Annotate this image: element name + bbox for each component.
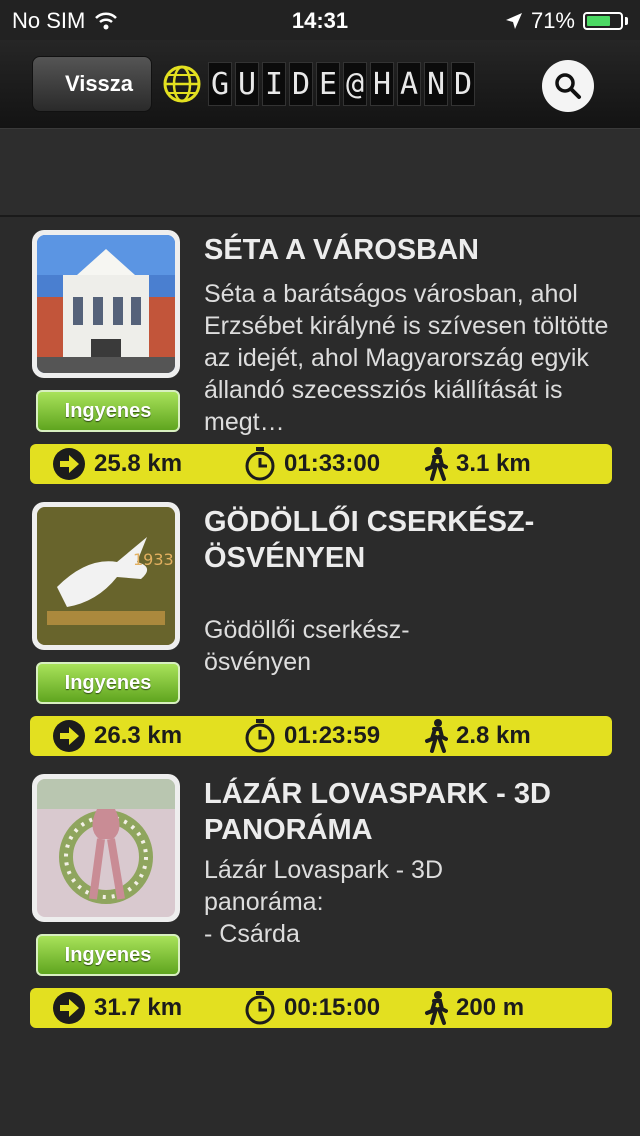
duration-value: 00:15:00	[284, 994, 381, 1021]
distance-stat: 31.7 km	[52, 988, 182, 1028]
stopwatch-icon	[245, 447, 275, 481]
tour-description: Gödöllői cserkész- ösvényen	[204, 616, 410, 676]
duration-stat: 01:33:00	[244, 444, 380, 484]
tour-description: Lázár Lovaspark - 3D panoráma: - Csárda	[204, 856, 444, 948]
wreath-image-icon	[37, 779, 175, 917]
toolbar-area	[0, 129, 640, 217]
duration-value: 01:33:00	[284, 450, 381, 477]
walking-stat: 3.1 km	[424, 444, 531, 484]
arrow-right-icon	[53, 992, 85, 1024]
stopwatch-icon	[245, 719, 275, 753]
walking-value: 2.8 km	[456, 722, 531, 749]
distance-value: 26.3 km	[94, 722, 183, 749]
tour-stats-bar: 26.3 km 01:23:59 2.8 km	[30, 716, 612, 756]
search-icon	[555, 73, 581, 99]
tour-list-item[interactable]: Ingyenes SÉTA A VÁROSBAN Séta a barátság…	[0, 218, 640, 490]
distance-stat: 25.8 km	[52, 444, 182, 484]
walking-stat: 2.8 km	[424, 716, 531, 756]
distance-stat: 26.3 km	[52, 716, 182, 756]
logo-letter: E	[316, 62, 340, 106]
guide-at-hand-logo: G U I D E @ H A N D	[162, 62, 475, 106]
logo-letter: G	[208, 62, 232, 106]
battery-icon	[583, 12, 623, 30]
walking-stat: 200 m	[424, 988, 524, 1028]
tour-thumbnail	[32, 774, 180, 922]
logo-letter: U	[235, 62, 259, 106]
tour-thumbnail	[32, 230, 180, 378]
logo-letter: A	[397, 62, 421, 106]
logo-letter: N	[424, 62, 448, 106]
globe-speaker-icon	[163, 65, 201, 103]
distance-value: 31.7 km	[94, 994, 183, 1021]
walking-person-icon	[425, 447, 448, 481]
scout-deer-image-icon: 1933	[37, 507, 175, 645]
tour-title: GÖDÖLLŐI CSERKÉSZ-ÖSVÉNYEN	[204, 506, 535, 574]
free-badge-button[interactable]: Ingyenes	[36, 390, 180, 432]
search-button[interactable]	[542, 60, 594, 112]
duration-stat: 01:23:59	[244, 716, 380, 756]
stopwatch-icon	[245, 991, 275, 1025]
navigation-bar: Vissza G U I D E @ H A N D	[0, 40, 640, 129]
tour-stats-bar: 31.7 km 00:15:00 200 m	[30, 988, 612, 1028]
status-right: 71%	[505, 8, 628, 34]
tour-description: Séta a barátságos városban, ahol Erzsébe…	[204, 280, 609, 436]
duration-stat: 00:15:00	[244, 988, 380, 1028]
tour-list-item[interactable]: Ingyenes LÁZÁR LOVASPARK - 3D PANORÁMA L…	[0, 762, 640, 1034]
logo-letter: D	[289, 62, 313, 106]
arrow-right-icon	[53, 448, 85, 480]
battery-percent: 71%	[530, 8, 575, 33]
tour-title: SÉTA A VÁROSBAN	[204, 234, 479, 266]
status-bar: No SIM 14:31 71%	[0, 0, 640, 40]
logo-text: G U I D E @ H A N D	[208, 62, 475, 106]
walking-value: 3.1 km	[456, 450, 531, 477]
walking-person-icon	[425, 719, 448, 753]
distance-value: 25.8 km	[94, 450, 183, 477]
walking-value: 200 m	[456, 994, 525, 1021]
logo-letter: D	[451, 62, 475, 106]
battery-cap	[625, 17, 628, 25]
tour-thumbnail: 1933	[32, 502, 180, 650]
walking-person-icon	[425, 991, 448, 1025]
free-badge-button[interactable]: Ingyenes	[36, 934, 180, 976]
duration-value: 01:23:59	[284, 722, 381, 749]
logo-letter: I	[262, 62, 286, 106]
palace-image-icon	[37, 235, 175, 373]
logo-letter: H	[370, 62, 394, 106]
arrow-right-icon	[53, 720, 85, 752]
logo-letter: @	[343, 62, 367, 106]
tour-title: LÁZÁR LOVASPARK - 3D PANORÁMA	[204, 778, 551, 846]
back-button[interactable]: Vissza	[32, 56, 152, 112]
location-arrow-icon	[505, 13, 522, 29]
free-badge-button[interactable]: Ingyenes	[36, 662, 180, 704]
battery-level	[587, 16, 610, 26]
tour-stats-bar: 25.8 km 01:33:00 3.1 km	[30, 444, 612, 484]
svg-text:1933: 1933	[133, 550, 174, 569]
tour-list-item[interactable]: 1933 Ingyenes GÖDÖLLŐI CSERKÉSZ-ÖSVÉNYEN…	[0, 490, 640, 762]
